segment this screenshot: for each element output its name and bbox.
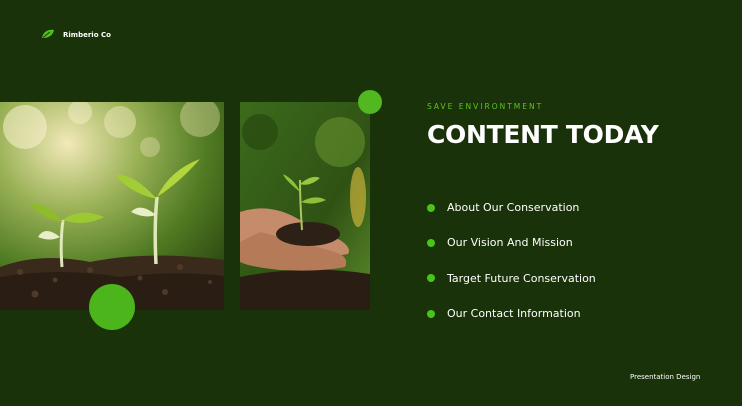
bullet-dot-icon <box>427 203 435 212</box>
agenda-item: Target Future Conservation <box>427 261 596 296</box>
decorative-circle <box>89 284 135 330</box>
brand-name: Rimberio Co <box>63 31 111 39</box>
footer-label: Presentation Design <box>630 373 701 381</box>
agenda-item-label: Target Future Conservation <box>447 271 596 285</box>
agenda-item-label: Our Contact Information <box>447 307 581 321</box>
hands-holding-seedling-photo <box>240 102 370 310</box>
agenda-item-label: About Our Conservation <box>447 201 580 215</box>
eyebrow-label: SAVE ENVIRONTMENT <box>427 102 544 111</box>
seedlings-photo <box>0 102 224 310</box>
agenda-item: Our Vision And Mission <box>427 225 596 260</box>
bullet-dot-icon <box>427 238 435 247</box>
agenda-item: Our Contact Information <box>427 296 596 331</box>
bullet-dot-icon <box>427 274 435 283</box>
agenda-item: About Our Conservation <box>427 190 596 225</box>
agenda-item-label: Our Vision And Mission <box>447 236 573 250</box>
leaf-icon <box>41 26 55 44</box>
bullet-dot-icon <box>427 309 435 318</box>
page-title: CONTENT TODAY <box>427 120 659 149</box>
agenda-list: About Our Conservation Our Vision And Mi… <box>427 190 596 331</box>
decorative-circle-small <box>358 90 382 114</box>
brand: Rimberio Co <box>41 26 111 44</box>
